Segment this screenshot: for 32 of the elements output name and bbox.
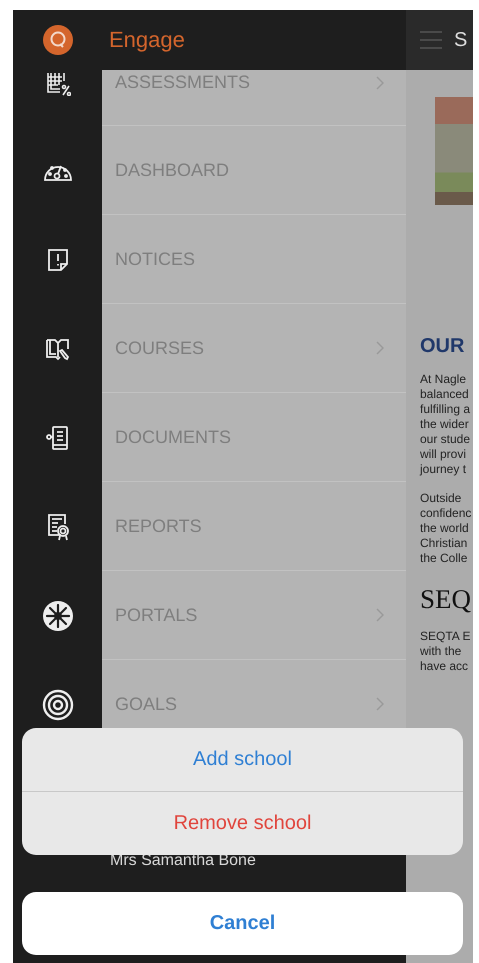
- paragraph-line: with the: [420, 644, 462, 659]
- paragraph-line: our stude: [420, 432, 472, 447]
- paragraph-line: At Nagle: [420, 372, 468, 387]
- app-title: Engage: [108, 26, 186, 54]
- app-logo-icon: [42, 24, 74, 56]
- user-name: Mrs Samantha Bone: [110, 852, 256, 870]
- chevron-right-icon: [376, 697, 384, 711]
- paragraph-line: balanced: [420, 387, 470, 402]
- paragraph-line: confidenc: [420, 506, 472, 521]
- header-title: S: [454, 28, 468, 52]
- grid-percent-icon: [44, 70, 70, 96]
- chevron-right-icon: [376, 341, 384, 355]
- paragraph-line: SEQTA E: [420, 629, 472, 644]
- menu-icon[interactable]: [420, 31, 442, 49]
- paragraph-line: have acc: [420, 659, 470, 674]
- cancel-button[interactable]: Cancel: [22, 892, 463, 955]
- document-icon: [44, 424, 70, 452]
- paragraph-line: fulfilling a: [420, 402, 472, 417]
- action-button[interactable]: Remove school: [22, 791, 463, 855]
- paragraph-line: journey t: [420, 462, 468, 477]
- paragraph-line: the world: [420, 521, 470, 536]
- paragraph-line: the Colle: [420, 551, 468, 566]
- target-icon: [42, 688, 74, 720]
- paragraph-line: Christian: [420, 536, 468, 551]
- paragraph-line: the wider: [420, 417, 470, 432]
- chevron-right-icon: [376, 608, 384, 622]
- paragraph-line: will provi: [420, 447, 468, 462]
- paragraph-line: Outside: [420, 491, 462, 506]
- section-heading: OUR: [420, 335, 466, 358]
- section-heading: SEQ: [420, 584, 472, 615]
- chevron-right-icon: [376, 76, 384, 90]
- alert-note-icon: [46, 246, 70, 272]
